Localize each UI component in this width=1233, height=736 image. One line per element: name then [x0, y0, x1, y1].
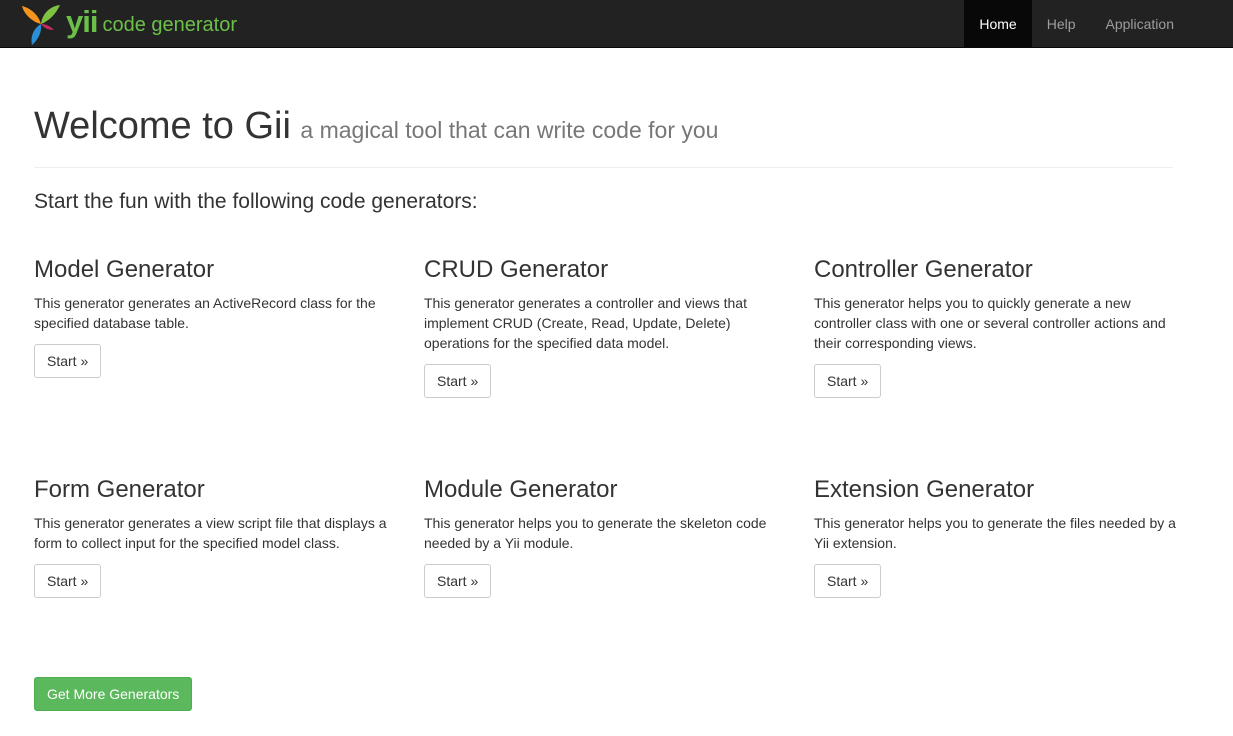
- nav-application[interactable]: Application: [1091, 0, 1190, 48]
- get-more-generators-button[interactable]: Get More Generators: [34, 677, 193, 711]
- start-controller-button[interactable]: Start »: [814, 364, 882, 399]
- generator-description: This generator generates an ActiveRecord…: [34, 295, 376, 332]
- generator-extension: Extension Generator This generator helps…: [814, 476, 1176, 599]
- generator-form: Form Generator This generator generates …: [34, 476, 396, 599]
- page-title: Welcome to Gii: [34, 105, 291, 147]
- header-divider: [34, 167, 1173, 168]
- start-module-button[interactable]: Start »: [424, 564, 492, 599]
- generator-title: Controller Generator: [814, 256, 1033, 283]
- generator-description: This generator helps you to generate the…: [424, 515, 767, 552]
- generator-module: Module Generator This generator helps yo…: [424, 476, 786, 599]
- generator-title: Form Generator: [34, 476, 205, 503]
- page-subtitle: a magical tool that can write code for y…: [300, 117, 719, 143]
- brand-subtitle: code generator: [102, 13, 238, 36]
- brand-link[interactable]: yii code generator: [20, 0, 237, 48]
- start-model-button[interactable]: Start »: [34, 344, 102, 379]
- generator-title: Model Generator: [34, 256, 215, 283]
- yii-logo-icon: [22, 5, 60, 45]
- start-crud-button[interactable]: Start »: [424, 364, 492, 399]
- generator-controller: Controller Generator This generator help…: [814, 256, 1176, 399]
- generator-model: Model Generator This generator generates…: [34, 256, 396, 379]
- start-extension-button[interactable]: Start »: [814, 564, 882, 599]
- generator-crud: CRUD Generator This generator generates …: [424, 256, 786, 399]
- generator-title: Module Generator: [424, 476, 618, 503]
- brand-logo-text: yii: [66, 3, 98, 39]
- generator-description: This generator generates a view script f…: [34, 515, 387, 552]
- nav-home[interactable]: Home: [964, 0, 1032, 48]
- page-header: Welcome to Gii a magical tool that can w…: [34, 105, 718, 148]
- top-navbar: yii code generator Home Help Application: [0, 0, 1233, 48]
- generator-description: This generator helps you to generate the…: [814, 515, 1176, 552]
- main-nav: Home Help Application: [964, 0, 1189, 48]
- lead-text: Start the fun with the following code ge…: [34, 190, 478, 213]
- generator-title: Extension Generator: [814, 476, 1035, 503]
- generator-title: CRUD Generator: [424, 256, 609, 283]
- generator-description: This generator generates a controller an…: [424, 295, 747, 352]
- generator-description: This generator helps you to quickly gene…: [814, 295, 1166, 352]
- nav-help[interactable]: Help: [1032, 0, 1091, 48]
- start-form-button[interactable]: Start »: [34, 564, 102, 599]
